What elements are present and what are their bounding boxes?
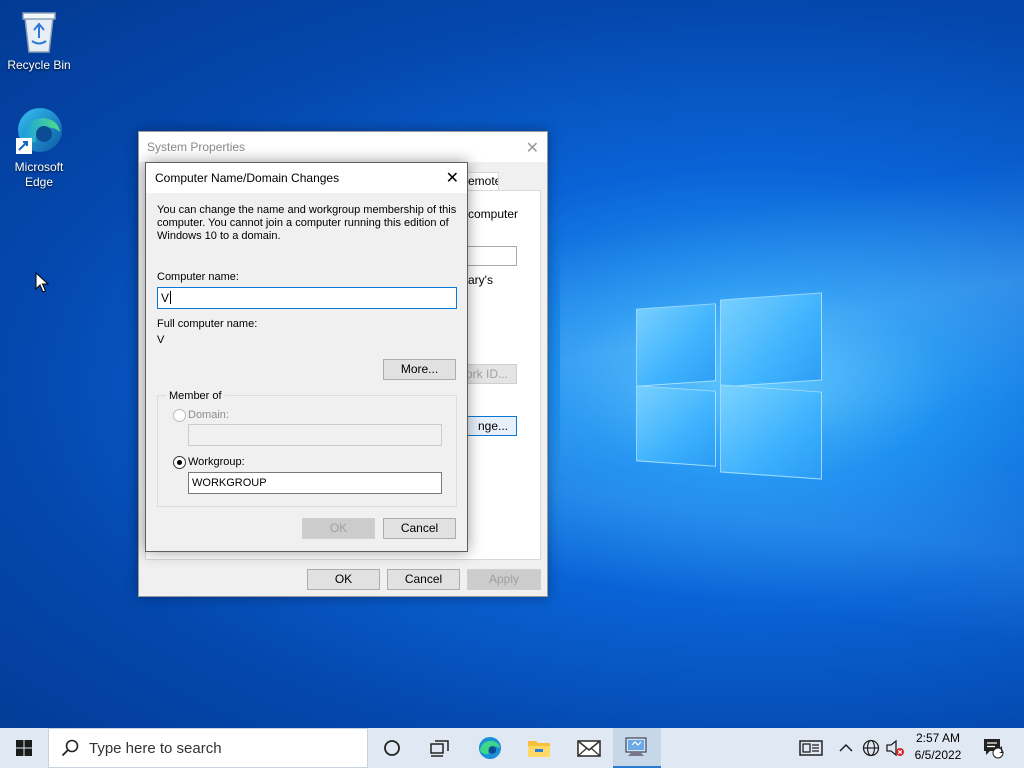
button-label: ork ID... [465,367,508,381]
dialog-titlebar[interactable]: Computer Name/Domain Changes [146,163,467,193]
taskbar-file-explorer[interactable] [515,728,563,768]
news-interests-button[interactable] [795,728,827,768]
desktop-icon-label: Microsoft Edge [14,160,64,189]
computer-name-input[interactable]: V [157,287,457,309]
action-center-button[interactable]: 1 [978,728,1008,768]
edge-icon [478,736,502,760]
domain-input[interactable] [188,424,442,446]
computer-name-label: Computer name: [157,271,239,283]
cortana-button[interactable] [368,728,416,768]
workgroup-input[interactable]: WORKGROUP [188,472,442,494]
task-view-icon [430,740,449,757]
ok-button[interactable]: OK [307,569,380,590]
tab-label: emote [468,174,499,188]
show-hidden-icons-button[interactable] [836,728,856,768]
windows-start-icon [16,740,32,756]
full-computer-name-value: V [157,334,165,346]
windows-logo-wallpaper [636,290,822,480]
button-label: nge... [477,419,508,433]
dialog-title: Computer Name/Domain Changes [155,171,340,185]
cancel-button[interactable]: Cancel [383,518,456,539]
search-placeholder: Type here to search [89,739,222,757]
news-icon [799,740,823,756]
volume-muted-icon [886,739,904,757]
cortana-icon [384,740,400,756]
close-icon[interactable]: ✕ [446,168,459,188]
desktop-icon-edge[interactable]: Microsoft Edge [4,106,74,190]
taskbar-mail[interactable] [565,728,613,768]
workgroup-label: Workgroup: [188,456,245,468]
close-icon[interactable]: ✕ [526,138,539,158]
button-label: OK [329,521,348,535]
chevron-up-icon [839,743,853,752]
ok-button[interactable]: OK [302,518,375,539]
full-computer-name-label: Full computer name: [157,318,258,330]
button-label: Cancel [400,521,439,535]
computer-description-field[interactable] [467,246,517,266]
cancel-button[interactable]: Cancel [387,569,460,590]
apply-button[interactable]: Apply [467,569,541,590]
mail-icon [577,740,601,757]
network-globe-icon [862,739,880,757]
computer-name-value: V [161,291,170,305]
taskbar-clock[interactable]: 2:57 AM 6/5/2022 [905,730,971,764]
clock-time: 2:57 AM [915,731,961,745]
recycle-bin-icon [22,12,56,53]
desktop-icon-recycle-bin[interactable]: Recycle Bin [4,8,74,73]
notification-count: 1 [999,745,1005,755]
more-button[interactable]: More... [383,359,456,380]
window-title: System Properties [147,140,246,154]
domain-label: Domain: [188,409,229,421]
file-explorer-icon [528,741,550,757]
system-properties-titlebar[interactable]: System Properties [139,132,547,162]
partial-text: ary's [468,273,493,287]
taskbar-edge[interactable] [466,728,514,768]
workgroup-radio[interactable] [173,456,186,469]
member-of-label: Member of [166,390,225,402]
taskbar-search-box[interactable]: Type here to search [48,728,368,768]
button-label: Cancel [404,572,443,586]
button-label: OK [334,572,353,586]
taskbar: Type here to search 2:57 AM 6/5/2022 1 [0,728,1024,768]
button-label: Apply [488,572,520,586]
system-properties-icon [625,737,647,756]
edge-icon [16,108,62,154]
clock-date: 6/5/2022 [914,748,962,762]
dialog-description: You can change the name and workgroup me… [157,204,457,242]
start-button[interactable] [0,728,48,768]
network-tray-button[interactable] [860,728,882,768]
text-caret [170,291,172,304]
taskbar-system-properties[interactable] [613,728,661,768]
computer-name-dialog: Computer Name/Domain Changes ✕ You can c… [145,162,468,552]
desktop-icon-label: Recycle Bin [7,58,71,72]
button-label: More... [400,362,439,376]
partial-text: computer [468,207,519,221]
mouse-cursor-icon [35,272,49,293]
domain-radio[interactable] [173,409,186,422]
volume-tray-button[interactable] [884,728,906,768]
task-view-button[interactable] [416,728,464,768]
search-icon [61,739,79,757]
